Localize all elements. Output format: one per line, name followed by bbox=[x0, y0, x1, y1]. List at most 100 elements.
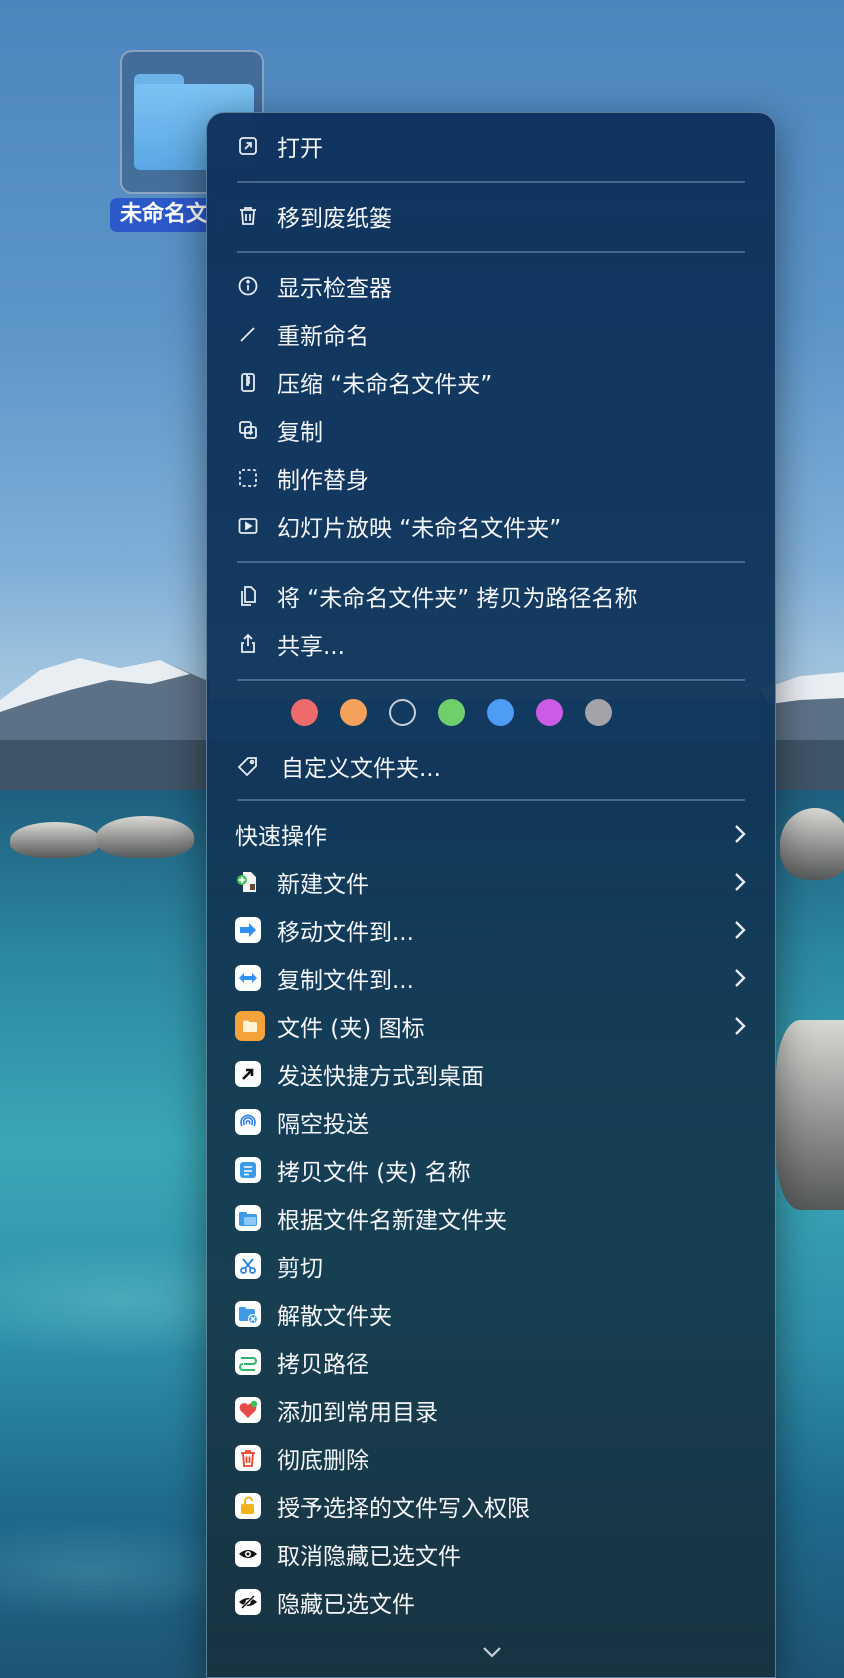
tag-green[interactable] bbox=[438, 699, 465, 726]
menu-item-label: 文件 (夹) 图标 bbox=[277, 1016, 425, 1042]
new-folder-icon bbox=[235, 1205, 261, 1231]
menu-item-copy-file-to[interactable]: 复制文件到... bbox=[235, 955, 755, 1001]
menu-item-make-alias[interactable]: 制作替身 bbox=[235, 455, 755, 501]
menu-item-copy-path[interactable]: 拷贝路径 bbox=[235, 1339, 755, 1385]
open-arrow-icon bbox=[235, 133, 261, 159]
menu-item-label: 幻灯片放映 “未命名文件夹” bbox=[277, 516, 562, 542]
alias-icon bbox=[235, 465, 261, 491]
menu-item-label: 快速操作 bbox=[235, 824, 327, 850]
menu-item-hide-selected[interactable]: 隐藏已选文件 bbox=[235, 1579, 755, 1625]
menu-item-label: 隐藏已选文件 bbox=[277, 1592, 415, 1618]
chevron-right-icon bbox=[735, 825, 746, 843]
menu-item-airdrop[interactable]: 隔空投送 bbox=[235, 1099, 755, 1145]
tag-red[interactable] bbox=[291, 699, 318, 726]
menu-separator bbox=[237, 679, 745, 681]
menu-item-label: 根据文件名新建文件夹 bbox=[277, 1208, 507, 1234]
rock bbox=[10, 822, 100, 858]
menu-item-label: 授予选择的文件写入权限 bbox=[277, 1496, 530, 1522]
rock bbox=[96, 816, 194, 858]
dissolve-folder-icon bbox=[235, 1301, 261, 1327]
menu-item-label: 彻底删除 bbox=[277, 1448, 369, 1474]
menu-item-duplicate[interactable]: 复制 bbox=[235, 407, 755, 453]
menu-item-label: 复制文件到... bbox=[277, 968, 414, 994]
menu-item-move-file-to[interactable]: 移动文件到... bbox=[235, 907, 755, 953]
menu-item-label: 移到废纸篓 bbox=[277, 206, 392, 232]
tag-icon bbox=[235, 753, 261, 779]
tag-blue[interactable] bbox=[487, 699, 514, 726]
desktop-folder-label[interactable]: 未命名文 bbox=[110, 198, 219, 232]
duplicate-icon bbox=[235, 417, 261, 443]
unlock-icon bbox=[235, 1493, 261, 1519]
chevron-down-icon[interactable] bbox=[479, 1643, 505, 1661]
menu-item-label: 移动文件到... bbox=[277, 920, 414, 946]
copy-name-icon bbox=[235, 1157, 261, 1183]
tag-purple[interactable] bbox=[536, 699, 563, 726]
menu-item-dissolve-folder[interactable]: 解散文件夹 bbox=[235, 1291, 755, 1337]
menu-item-cut[interactable]: 剪切 bbox=[235, 1243, 755, 1289]
menu-item-open[interactable]: 打开 bbox=[235, 123, 755, 169]
menu-item-label: 解散文件夹 bbox=[277, 1304, 392, 1330]
menu-item-label: 发送快捷方式到桌面 bbox=[277, 1064, 484, 1090]
tag-gray[interactable] bbox=[585, 699, 612, 726]
menu-separator bbox=[237, 561, 745, 563]
menu-item-new-file[interactable]: 新建文件 bbox=[235, 859, 755, 905]
menu-item-new-folder-from-name[interactable]: 根据文件名新建文件夹 bbox=[235, 1195, 755, 1241]
menu-item-label: 制作替身 bbox=[277, 468, 369, 494]
airdrop-icon bbox=[235, 1109, 261, 1135]
copy-documents-icon bbox=[235, 583, 261, 609]
menu-item-share[interactable]: 共享... bbox=[235, 621, 755, 667]
info-icon bbox=[235, 273, 261, 299]
color-tags bbox=[291, 699, 612, 729]
menu-item-label: 拷贝路径 bbox=[277, 1352, 369, 1378]
menu-item-move-to-trash[interactable]: 移到废纸篓 bbox=[235, 193, 755, 239]
menu-item-label: 复制 bbox=[277, 420, 323, 446]
menu-item-label: 剪切 bbox=[277, 1256, 323, 1282]
menu-item-unhide-selected[interactable]: 取消隐藏已选文件 bbox=[235, 1531, 755, 1577]
menu-item-grant-write-permission[interactable]: 授予选择的文件写入权限 bbox=[235, 1483, 755, 1529]
delete-trash-icon bbox=[235, 1445, 261, 1471]
menu-item-delete-permanently[interactable]: 彻底删除 bbox=[235, 1435, 755, 1481]
rock bbox=[780, 808, 844, 880]
context-menu: 打开 移到废纸篓 显示检查器 重新命名 压缩 “未命名文件夹” 复制 制作替身 … bbox=[206, 112, 776, 1678]
menu-item-label: 添加到常用目录 bbox=[277, 1400, 438, 1426]
chevron-right-icon bbox=[735, 1017, 746, 1035]
menu-item-label: 自定义文件夹... bbox=[281, 756, 441, 782]
play-icon bbox=[235, 513, 261, 539]
menu-item-label: 拷贝文件 (夹) 名称 bbox=[277, 1160, 471, 1186]
menu-item-label: 重新命名 bbox=[277, 324, 369, 350]
move-file-icon bbox=[235, 917, 261, 943]
menu-item-label: 压缩 “未命名文件夹” bbox=[277, 372, 493, 398]
rock bbox=[776, 1020, 844, 1210]
menu-item-send-shortcut-to-desktop[interactable]: 发送快捷方式到桌面 bbox=[235, 1051, 755, 1097]
trash-icon bbox=[235, 203, 261, 229]
menu-separator bbox=[237, 799, 745, 801]
menu-item-file-folder-icon[interactable]: 文件 (夹) 图标 bbox=[235, 1003, 755, 1049]
heart-icon bbox=[235, 1397, 261, 1423]
menu-item-add-to-favorites[interactable]: 添加到常用目录 bbox=[235, 1387, 755, 1433]
menu-item-copy-file-name[interactable]: 拷贝文件 (夹) 名称 bbox=[235, 1147, 755, 1193]
menu-item-copy-as-pathname[interactable]: 将 “未命名文件夹” 拷贝为路径名称 bbox=[235, 573, 755, 619]
new-file-icon bbox=[235, 869, 261, 895]
chevron-right-icon bbox=[735, 921, 746, 939]
pencil-icon bbox=[235, 321, 261, 347]
menu-item-label: 打开 bbox=[277, 136, 323, 162]
menu-item-rename[interactable]: 重新命名 bbox=[235, 311, 755, 357]
menu-item-customize-folder[interactable]: 自定义文件夹... bbox=[235, 743, 755, 789]
chevron-right-icon bbox=[735, 873, 746, 891]
menu-item-compress[interactable]: 压缩 “未命名文件夹” bbox=[235, 359, 755, 405]
menu-item-slideshow[interactable]: 幻灯片放映 “未命名文件夹” bbox=[235, 503, 755, 549]
shortcut-arrow-icon bbox=[235, 1061, 261, 1087]
menu-item-label: 取消隐藏已选文件 bbox=[277, 1544, 461, 1570]
share-icon bbox=[235, 631, 261, 657]
menu-item-show-inspector[interactable]: 显示检查器 bbox=[235, 263, 755, 309]
copy-file-icon bbox=[235, 965, 261, 991]
folder-icon-app-icon bbox=[235, 1011, 265, 1041]
eye-slash-icon bbox=[235, 1589, 261, 1615]
menu-item-label: 共享... bbox=[277, 634, 345, 660]
menu-item-label: 新建文件 bbox=[277, 872, 369, 898]
tag-none[interactable] bbox=[389, 699, 416, 726]
menu-item-label: 显示检查器 bbox=[277, 276, 392, 302]
tag-orange[interactable] bbox=[340, 699, 367, 726]
menu-item-label: 将 “未命名文件夹” 拷贝为路径名称 bbox=[277, 586, 638, 612]
menu-item-quick-actions[interactable]: 快速操作 bbox=[235, 811, 755, 857]
